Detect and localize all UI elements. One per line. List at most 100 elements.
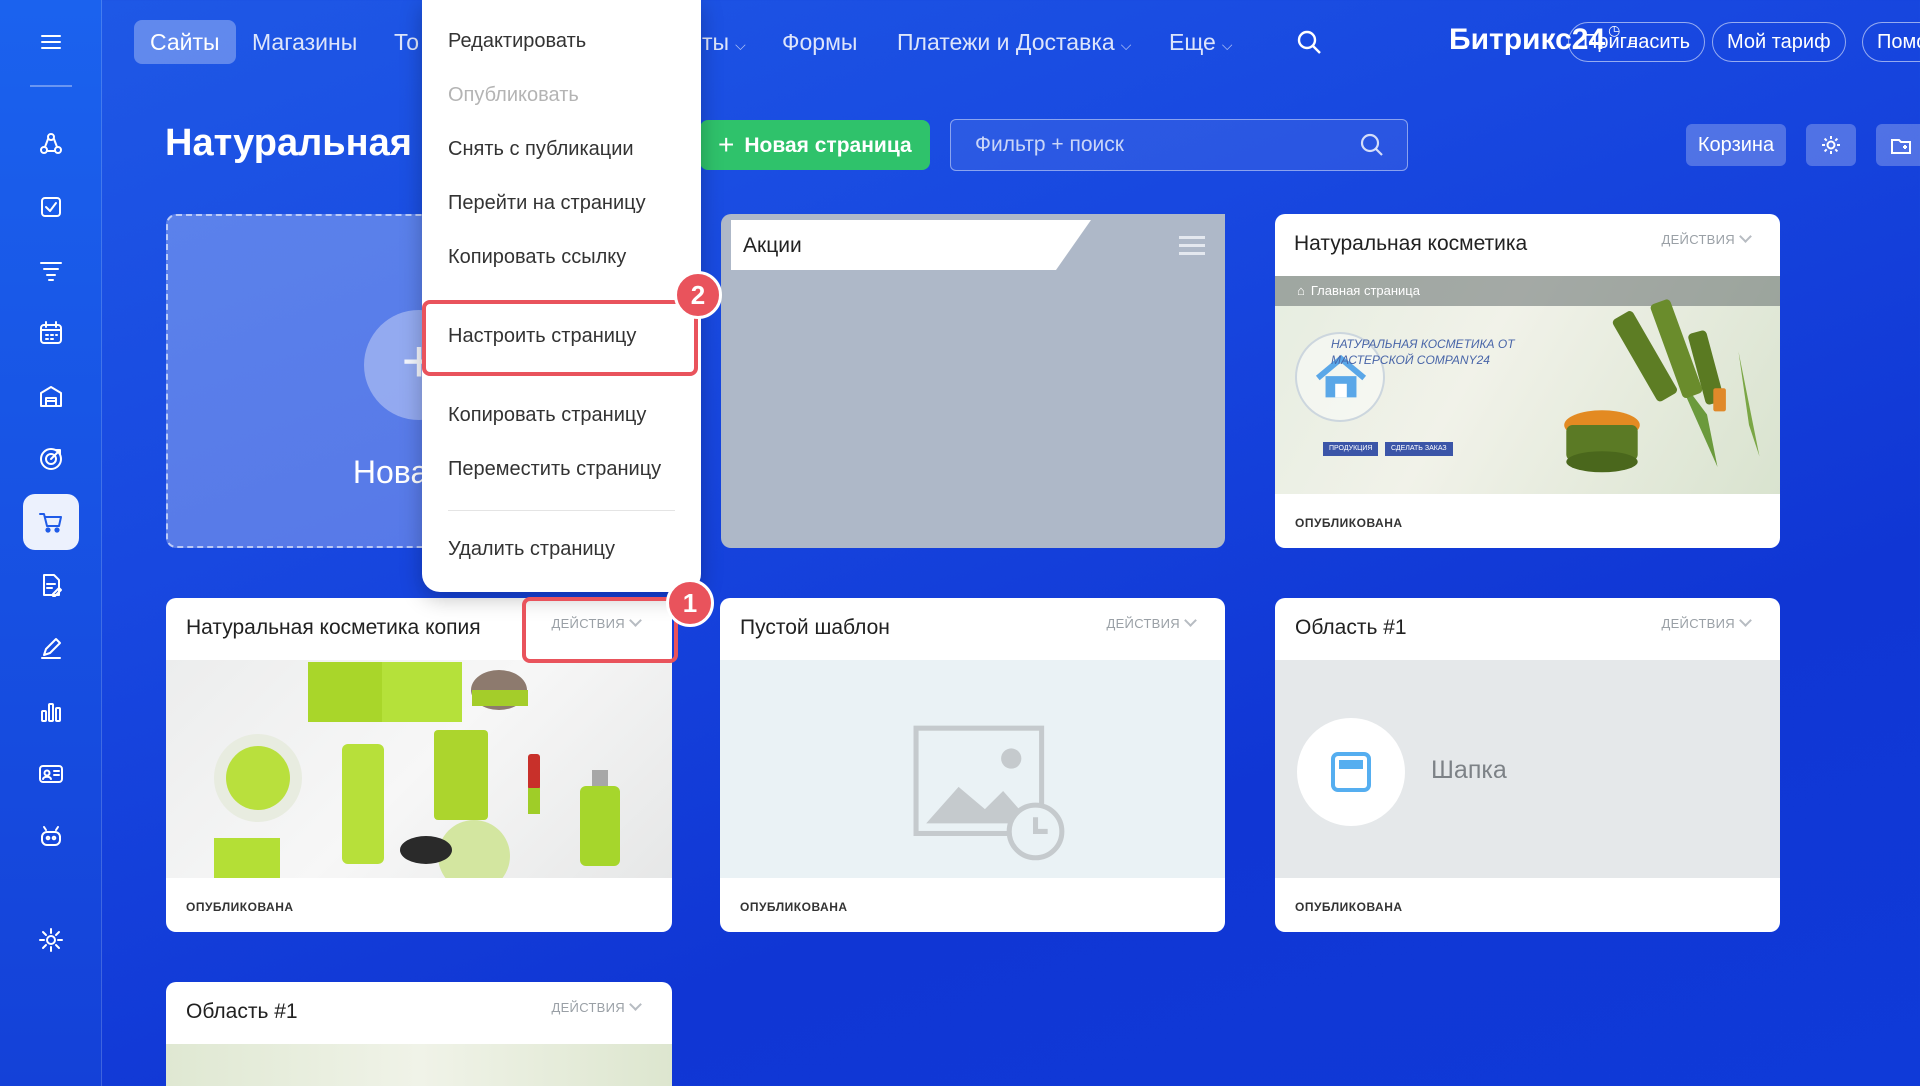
menu-divider: [448, 510, 675, 511]
menu-item-edit[interactable]: Редактировать: [448, 30, 586, 53]
nav-sites-tab[interactable]: Сайты: [134, 20, 236, 64]
menu-icon[interactable]: [23, 14, 79, 70]
settings-button[interactable]: [1806, 124, 1856, 166]
chevron-down-icon: ⌵: [1221, 37, 1233, 53]
help-button[interactable]: Помо: [1862, 22, 1920, 62]
card-title: Пустой шаблон: [740, 616, 890, 639]
store-icon[interactable]: [23, 368, 79, 424]
menu-item-move-page[interactable]: Переместить страницу: [448, 458, 661, 481]
invite-button[interactable]: Пригласить: [1568, 22, 1706, 62]
menu-item-open-page[interactable]: Перейти на страницу: [448, 192, 646, 215]
chevron-down-icon: [629, 998, 642, 1011]
filter-search-input[interactable]: Фильтр + поиск: [950, 119, 1408, 171]
search-placeholder: Фильтр + поиск: [975, 133, 1124, 156]
pen-icon[interactable]: [23, 620, 79, 676]
menu-item-delete-page[interactable]: Удалить страницу: [448, 538, 615, 561]
menu-item-copy-link[interactable]: Копировать ссылку: [448, 246, 626, 269]
search-icon[interactable]: [1359, 132, 1385, 158]
folder-title: Акции: [743, 234, 802, 257]
robot-icon[interactable]: [23, 809, 79, 865]
menu-item-copy-page[interactable]: Копировать страницу: [448, 404, 646, 427]
page-preview-image: ⌂ Главная страница НАТУРАЛЬНАЯ КОСМЕТИКА …: [1275, 276, 1780, 494]
search-icon[interactable]: [1295, 28, 1323, 56]
document-icon[interactable]: [23, 557, 79, 613]
nav-more-tab[interactable]: Еще ⌵: [1169, 20, 1232, 64]
page-actions-menu: Редактировать Опубликовать Снять с публи…: [422, 0, 701, 592]
header-block-icon-circle: [1297, 718, 1405, 826]
actions-label: ДЕЙСТВИЯ: [1106, 616, 1180, 631]
new-folder-button[interactable]: [1876, 124, 1920, 166]
highlight-actions-dropdown: [522, 597, 678, 663]
chevron-down-icon: ⌵: [735, 37, 746, 53]
analytics-icon[interactable]: [23, 683, 79, 739]
chevron-down-icon: [1739, 230, 1752, 243]
home-icon: ⌂: [1297, 283, 1305, 298]
nav-more-label: Еще: [1169, 29, 1216, 55]
cart-icon[interactable]: [23, 494, 79, 550]
actions-dropdown[interactable]: ДЕЙСТВИЯ: [1661, 614, 1752, 631]
preview-order-button: СДЕЛАТЬ ЗАКАЗ: [1385, 442, 1453, 456]
card-title: Область #1: [1295, 616, 1407, 639]
page-title: Натуральная к: [165, 122, 442, 164]
nav-payments-label: Платежи и Доставка: [897, 29, 1115, 55]
page-status: ОПУБЛИКОВАНА: [186, 900, 294, 914]
nav-forms-tab[interactable]: Формы: [782, 20, 857, 64]
crm-icon[interactable]: [23, 116, 79, 172]
card-title: Область #1: [186, 1000, 298, 1023]
step-badge-1: 1: [666, 579, 714, 627]
actions-label: ДЕЙСТВИЯ: [551, 1000, 625, 1015]
target-icon[interactable]: [23, 431, 79, 487]
nav-truncated-tab[interactable]: ты ⌵: [702, 20, 746, 64]
hamburger-icon[interactable]: [1179, 236, 1205, 255]
actions-label: ДЕЙСТВИЯ: [1661, 616, 1735, 631]
calendar-icon[interactable]: [23, 305, 79, 361]
site-page-card[interactable]: Пустой шаблон ДЕЙСТВИЯ ОПУБЛИКОВАНА: [720, 598, 1225, 932]
chevron-down-icon: [1184, 614, 1197, 627]
trash-button[interactable]: Корзина: [1686, 124, 1786, 166]
contact-card-icon[interactable]: [23, 746, 79, 802]
nav-shops-tab[interactable]: Магазины: [252, 20, 357, 64]
menu-item-publish: Опубликовать: [448, 84, 579, 106]
highlight-page-settings: [422, 300, 698, 376]
step-badge-2: 2: [674, 271, 722, 319]
actions-dropdown[interactable]: ДЕЙСТВИЯ: [1661, 230, 1752, 247]
my-tariff-button[interactable]: Мой тариф: [1712, 22, 1846, 62]
site-page-card[interactable]: Область #1 ДЕЙСТВИЯ: [166, 982, 672, 1086]
site-page-card[interactable]: Область #1 ДЕЙСТВИЯ Шапка ОПУБЛИКОВАНА: [1275, 598, 1780, 932]
page-preview-image: [720, 660, 1225, 878]
nav-goods-tab[interactable]: То: [394, 20, 419, 64]
image-placeholder-icon: [913, 725, 1065, 861]
card-title: Натуральная косметика копия: [186, 616, 481, 639]
preview-heading: НАТУРАЛЬНАЯ КОСМЕТИКА ОТ МАСТЕРСКОЙ COMP…: [1331, 337, 1515, 367]
new-page-button[interactable]: + Новая страница: [700, 120, 930, 170]
folder-card[interactable]: Акции: [721, 214, 1225, 548]
actions-dropdown[interactable]: ДЕЙСТВИЯ: [1106, 614, 1197, 631]
card-title: Натуральная косметика: [1294, 232, 1528, 255]
header-block-icon: [1331, 752, 1371, 792]
actions-dropdown[interactable]: ДЕЙСТВИЯ: [551, 998, 642, 1015]
settings-icon[interactable]: [23, 912, 79, 968]
page-preview-image: Шапка: [1275, 660, 1780, 878]
top-navigation: Сайты Магазины То ты ⌵ Формы Платежи и До…: [102, 0, 1920, 86]
plus-icon: +: [718, 129, 735, 160]
block-label: Шапка: [1431, 756, 1507, 784]
folder-add-icon: [1891, 139, 1911, 154]
page-preview-image: [166, 660, 672, 878]
tasks-icon[interactable]: [23, 179, 79, 235]
nav-truncated-label: ты: [702, 29, 730, 55]
funnel-icon[interactable]: [23, 242, 79, 298]
site-page-card[interactable]: Натуральная косметика ДЕЙСТВИЯ ⌂ Главная …: [1275, 214, 1780, 548]
cosmetics-product-image: [1564, 299, 1760, 473]
actions-label: ДЕЙСТВИЯ: [1661, 232, 1735, 247]
gear-icon: [1822, 136, 1840, 154]
chevron-down-icon: [1739, 614, 1752, 627]
nav-payments-tab[interactable]: Платежи и Доставка ⌵: [897, 20, 1131, 64]
preview-products-button: ПРОДУКЦИЯ: [1323, 442, 1379, 456]
page-preview-image: [166, 1044, 672, 1086]
page-status: ОПУБЛИКОВАНА: [1295, 516, 1403, 530]
sidebar-divider: [30, 85, 72, 87]
menu-item-unpublish[interactable]: Снять с публикации: [448, 138, 634, 161]
folder-shape: [721, 214, 1225, 548]
new-page-label: Новая страница: [744, 134, 912, 157]
left-sidebar: [0, 0, 102, 1086]
